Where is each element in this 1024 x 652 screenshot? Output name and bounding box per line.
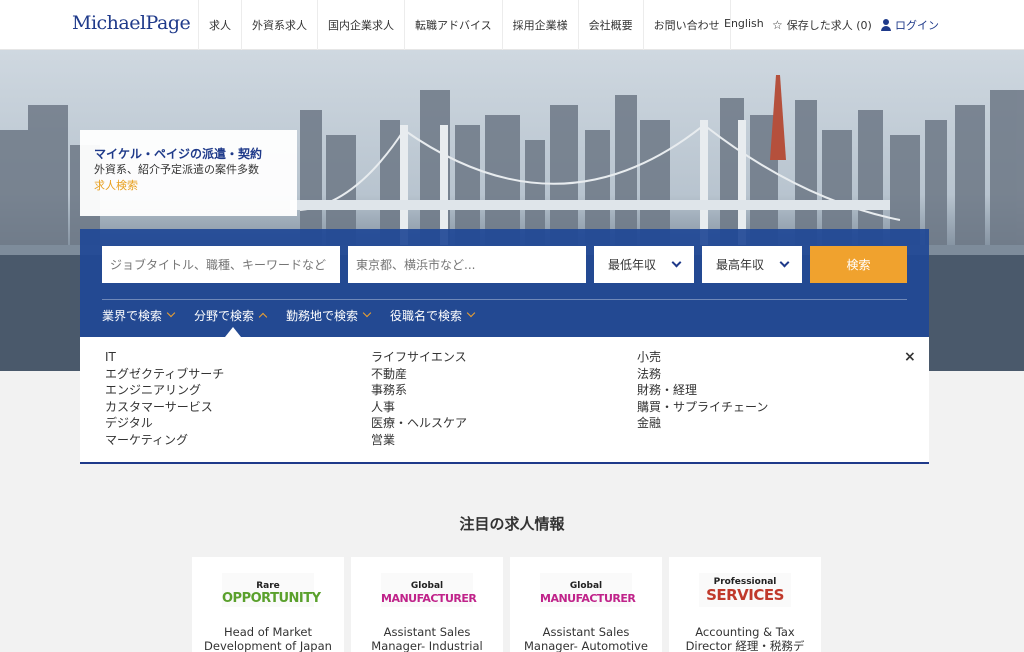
dropdown-item[interactable]: IT — [105, 349, 224, 366]
main-nav: 求人 外資系求人 国内企業求人 転職アドバイス 採用企業様 会社概要 お問い合わ… — [198, 0, 731, 50]
dropdown-item[interactable]: 人事 — [371, 399, 467, 416]
global-manufacturer-badge: Global MANUFACTURER — [381, 573, 477, 607]
dropdown-column-1: IT エグゼクティブサーチ エンジニアリング カスタマーサービス デジタル マー… — [105, 349, 224, 448]
star-icon: ☆ — [772, 18, 783, 32]
promo-title: マイケル・ペイジの派遣・契約 — [94, 147, 263, 161]
active-tab-caret — [225, 327, 241, 337]
nav-employers[interactable]: 採用企業様 — [501, 0, 578, 50]
job-card[interactable]: Professional SERVICES Accounting & Tax D… — [669, 557, 821, 652]
job-card[interactable]: Global MANUFACTURER Assistant Sales Mana… — [510, 557, 662, 652]
location-input[interactable] — [348, 246, 586, 283]
field-dropdown: IT エグゼクティブサーチ エンジニアリング カスタマーサービス デジタル マー… — [80, 337, 929, 464]
max-salary-select[interactable]: 最高年収 — [702, 246, 802, 283]
job-title[interactable]: Assistant Sales Manager- Automotive — [516, 625, 656, 652]
dropdown-item[interactable]: 不動産 — [371, 366, 467, 383]
promo-box: マイケル・ペイジの派遣・契約 外資系、紹介予定派遣の案件多数 求人検索 — [80, 130, 297, 216]
job-title[interactable]: Head of Market Development of Japan — [198, 625, 338, 652]
saved-jobs-link[interactable]: ☆ 保存した求人 (0) — [772, 17, 872, 33]
chevron-down-icon — [466, 308, 476, 318]
dropdown-item[interactable]: ライフサイエンス — [371, 349, 467, 366]
close-icon[interactable]: × — [904, 349, 916, 365]
login-label: ログイン — [895, 19, 939, 32]
tab-field-label: 分野で検索 — [194, 308, 255, 323]
nav-jobs[interactable]: 求人 — [198, 0, 241, 50]
badge-main-text: SERVICES — [706, 586, 784, 604]
panel-divider — [102, 299, 907, 300]
badge-top-text: Global — [410, 581, 444, 591]
badge-main-text: MANUFACTURER — [540, 592, 636, 605]
tab-field[interactable]: 分野で検索 — [194, 305, 268, 325]
chevron-down-icon — [671, 257, 682, 268]
dropdown-column-2: ライフサイエンス 不動産 事務系 人事 医療・ヘルスケア 営業 — [371, 349, 467, 448]
tab-location-label: 勤務地で検索 — [286, 308, 359, 323]
min-salary-select[interactable]: 最低年収 — [594, 246, 694, 283]
english-link[interactable]: English — [724, 17, 764, 30]
login-link[interactable]: ログイン — [881, 17, 939, 33]
dropdown-item[interactable]: 購買・サプライチェーン — [637, 399, 768, 416]
global-manufacturer-badge: Global MANUFACTURER — [540, 573, 636, 607]
promo-job-search-link[interactable]: 求人検索 — [94, 178, 283, 194]
nav-career-advice[interactable]: 転職アドバイス — [404, 0, 502, 50]
tab-industry[interactable]: 業界で検索 — [102, 305, 176, 325]
chevron-down-icon — [779, 257, 790, 268]
badge-top-text: Global — [569, 581, 603, 591]
promo-subtitle: 外資系、紹介予定派遣の案件多数 — [94, 163, 259, 176]
nav-about[interactable]: 会社概要 — [577, 0, 643, 50]
min-salary-label: 最低年収 — [608, 258, 657, 272]
job-card[interactable]: Rare OPPORTUNITY Head of Market Developm… — [192, 557, 344, 652]
nav-domestic-jobs[interactable]: 国内企業求人 — [317, 0, 404, 50]
site-header: MichaelPage 求人 外資系求人 国内企業求人 転職アドバイス 採用企業… — [0, 0, 1024, 50]
dropdown-item[interactable]: 医療・ヘルスケア — [371, 415, 467, 432]
keyword-input[interactable] — [102, 246, 340, 283]
tab-job-title[interactable]: 役職名で検索 — [390, 305, 476, 325]
michael-page-logo[interactable]: MichaelPage — [72, 12, 191, 34]
dropdown-item[interactable]: カスタマーサービス — [105, 399, 224, 416]
professional-services-badge: Professional SERVICES — [699, 573, 791, 607]
dropdown-column-3: 小売 法務 財務・経理 購買・サプライチェーン 金融 — [637, 349, 768, 432]
rare-opportunity-badge: Rare OPPORTUNITY — [222, 573, 321, 607]
dropdown-item[interactable]: 事務系 — [371, 382, 467, 399]
tab-job-title-label: 役職名で検索 — [390, 308, 463, 323]
dropdown-item[interactable]: エグゼクティブサーチ — [105, 366, 224, 383]
dropdown-item[interactable]: マーケティング — [105, 432, 224, 449]
filter-tabs: 業界で検索 分野で検索 勤務地で検索 役職名で検索 — [102, 305, 476, 325]
nav-foreign-jobs[interactable]: 外資系求人 — [241, 0, 317, 50]
dropdown-item[interactable]: 法務 — [637, 366, 768, 383]
saved-jobs-label: 保存した求人 (0) — [786, 19, 872, 32]
job-title[interactable]: Assistant Sales Manager- Industrial — [357, 625, 497, 652]
dropdown-item[interactable]: 小売 — [637, 349, 768, 366]
max-salary-label: 最高年収 — [716, 258, 765, 272]
user-icon — [881, 19, 891, 31]
job-card[interactable]: Global MANUFACTURER Assistant Sales Mana… — [351, 557, 503, 652]
tab-industry-label: 業界で検索 — [102, 308, 163, 323]
dropdown-item[interactable]: 財務・経理 — [637, 382, 768, 399]
chevron-down-icon — [166, 308, 176, 318]
chevron-up-icon — [258, 312, 268, 321]
badge-main-text: OPPORTUNITY — [222, 591, 321, 606]
nav-contact[interactable]: お問い合わせ — [642, 0, 731, 50]
dropdown-item[interactable]: 金融 — [637, 415, 768, 432]
badge-main-text: MANUFACTURER — [381, 592, 477, 605]
chevron-down-icon — [362, 308, 372, 318]
job-title[interactable]: Accounting & Tax Director 経理・税務デ — [675, 625, 815, 652]
search-button[interactable]: 検索 — [810, 246, 907, 283]
dropdown-item[interactable]: 営業 — [371, 432, 467, 449]
tab-location[interactable]: 勤務地で検索 — [286, 305, 372, 325]
featured-jobs-title: 注目の求人情報 — [459, 515, 565, 533]
dropdown-item[interactable]: エンジニアリング — [105, 382, 224, 399]
search-panel: 最低年収 最高年収 検索 業界で検索 分野で検索 勤務地で検索 役職名で検索 — [80, 229, 929, 337]
dropdown-item[interactable]: デジタル — [105, 415, 224, 432]
